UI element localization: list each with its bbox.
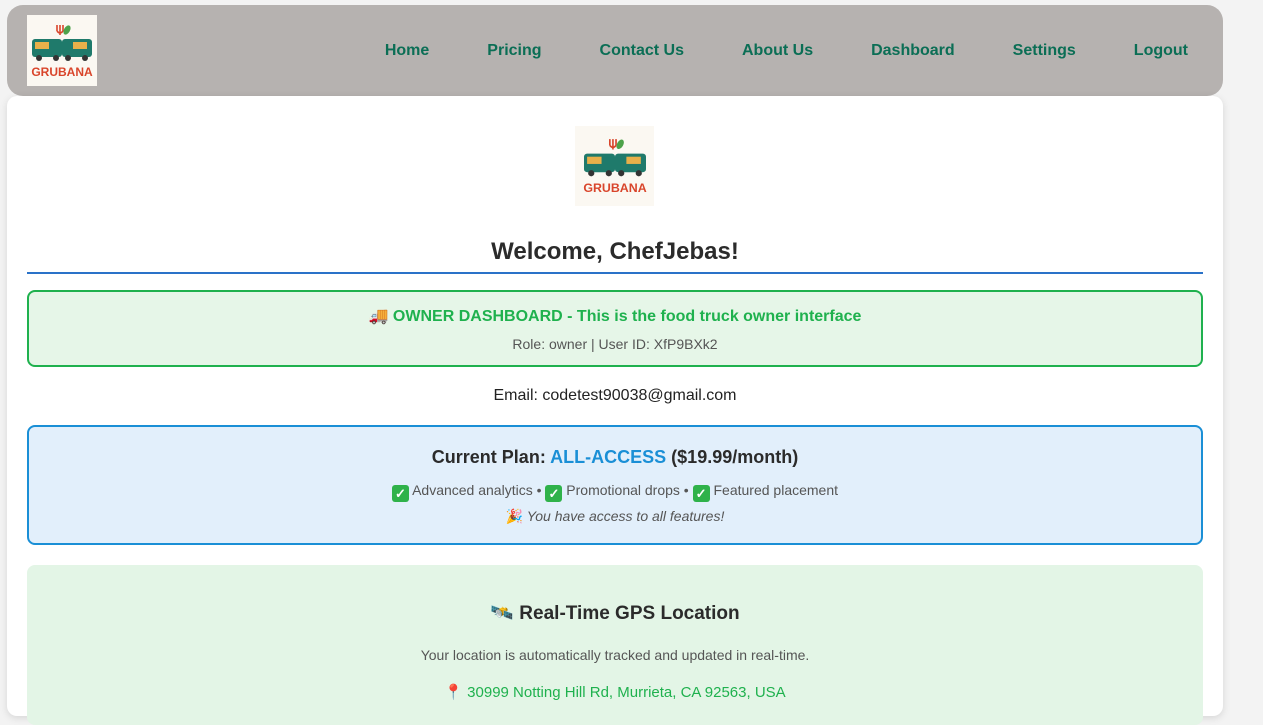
owner-banner-title: 🚚 OWNER DASHBOARD - This is the food tru… — [368, 308, 862, 325]
plan-feature: Advanced analytics — [412, 482, 533, 498]
nav-contact-us[interactable]: Contact Us — [600, 42, 684, 60]
owner-dashboard-banner: 🚚 OWNER DASHBOARD - This is the food tru… — [27, 290, 1203, 367]
plan-feature: Featured placement — [713, 482, 839, 498]
nav-dashboard[interactable]: Dashboard — [871, 42, 955, 60]
party-icon: 🎉 — [505, 508, 524, 524]
hero-logo: GRUBANA — [575, 126, 654, 206]
plan-note-text: You have access to all features! — [526, 508, 725, 524]
grubana-logo-icon: GRUBANA — [583, 139, 646, 195]
plan-feature: Promotional drops — [566, 482, 680, 498]
gps-description: Your location is automatically tracked a… — [420, 647, 810, 663]
nav-about-us[interactable]: About Us — [742, 42, 813, 60]
gps-address: 📍 30999 Notting Hill Rd, Murrieta, CA 92… — [444, 684, 786, 701]
plan-note: 🎉 You have access to all features! — [29, 508, 1201, 525]
nav-links: Home Pricing Contact Us About Us Dashboa… — [327, 5, 1188, 96]
gps-location-panel: 🛰️ Real-Time GPS Location Your location … — [27, 565, 1203, 725]
nav-settings[interactable]: Settings — [1013, 42, 1076, 60]
checkmark-icon: ✓ — [692, 485, 710, 502]
checkmark-icon: ✓ — [391, 485, 409, 502]
gps-title: 🛰️ Real-Time GPS Location — [490, 603, 740, 624]
plan-label: Current Plan: — [431, 447, 546, 467]
checkmark-icon: ✓ — [545, 485, 563, 502]
dashboard-card: GRUBANA Welcome, ChefJebas! 🚚 OWNER DASH… — [7, 96, 1223, 725]
logo-wordmark: GRUBANA — [31, 65, 93, 79]
nav-home[interactable]: Home — [385, 42, 429, 60]
nav-logout[interactable]: Logout — [1134, 42, 1188, 60]
top-navbar: GRUBANA Home Pricing Contact Us About Us… — [7, 5, 1223, 96]
plan-title: Current Plan: ALL-ACCESS ($19.99/month) — [29, 447, 1201, 468]
page-title: Welcome, ChefJebas! — [27, 238, 1203, 274]
plan-name: ALL-ACCESS — [550, 447, 667, 467]
nav-pricing[interactable]: Pricing — [487, 42, 541, 60]
logo-wordmark: GRUBANA — [583, 181, 646, 195]
grubana-logo-icon: GRUBANA — [31, 24, 93, 79]
plan-price: ($19.99/month) — [671, 447, 799, 467]
user-email: Email: codetest90038@gmail.com — [493, 387, 737, 404]
plan-features: ✓ Advanced analytics • ✓ Promotional dro… — [29, 482, 1201, 502]
owner-banner-meta: Role: owner | User ID: XfP9BXk2 — [512, 336, 718, 352]
plan-panel: Current Plan: ALL-ACCESS ($19.99/month) … — [27, 425, 1203, 545]
brand-logo[interactable]: GRUBANA — [27, 15, 97, 86]
